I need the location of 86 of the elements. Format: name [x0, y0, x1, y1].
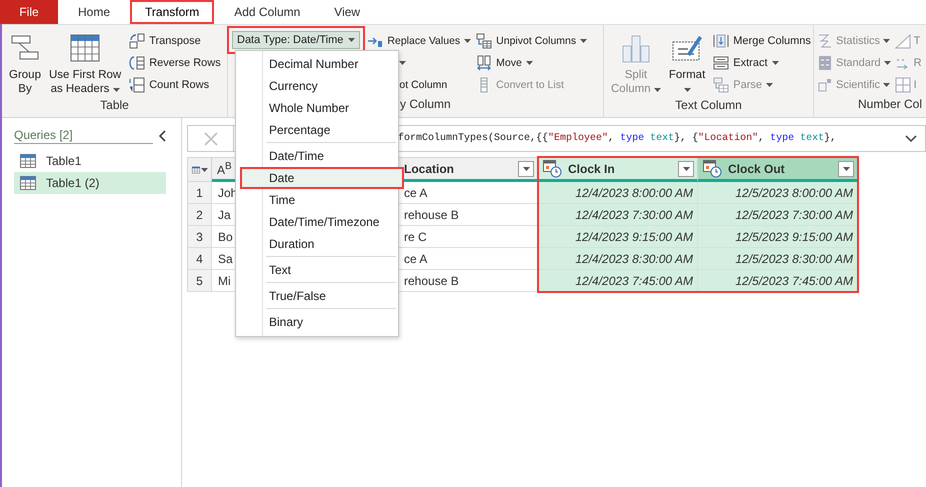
ribbon-command[interactable]: Count Rows: [128, 74, 222, 96]
caret-icon: [399, 61, 406, 65]
merge-icon: [713, 33, 730, 49]
group-label: Table: [100, 98, 129, 112]
caret-icon: [772, 61, 778, 65]
ribbon-command[interactable]: Extract: [712, 52, 812, 74]
row-number: 4: [188, 248, 212, 270]
ribbon-command[interactable]: Group By: [8, 30, 42, 98]
ribbon-command[interactable]: Merge Columns: [712, 30, 812, 52]
triangle-icon: [894, 33, 911, 49]
parse-icon: [713, 77, 730, 93]
menu-item[interactable]: Date: [240, 167, 404, 189]
ribbon-command[interactable]: Use First Row as Headers: [48, 30, 122, 98]
reverse-rows-icon: [129, 55, 146, 71]
table-cell: 12/5/2023 9:15:00 AM: [698, 226, 858, 248]
caret-icon: [112, 88, 120, 92]
table-cell: 12/5/2023 7:30:00 AM: [698, 204, 858, 226]
grid-icon: [894, 77, 911, 93]
row-number: 5: [188, 270, 212, 292]
ribbon-tab[interactable]: View: [320, 0, 374, 24]
ribbon-tab[interactable]: Add Column: [220, 0, 314, 24]
table-cell: 12/5/2023 8:30:00 AM: [698, 248, 858, 270]
query-item[interactable]: Table1 (2): [14, 172, 166, 194]
row-number: 2: [188, 204, 212, 226]
table-cell: 12/5/2023 7:45:00 AM: [698, 270, 858, 292]
unpivot-icon: [476, 33, 492, 49]
collapse-icon[interactable]: [159, 130, 167, 142]
calculator-icon: [817, 55, 833, 71]
caret-icon: [201, 168, 208, 172]
group-label: Number Col: [858, 97, 922, 111]
table-cell: 12/4/2023 7:45:00 AM: [538, 270, 698, 292]
close-icon: [204, 132, 218, 146]
group-label: y Column: [400, 97, 451, 111]
caret-icon: [766, 83, 774, 87]
transpose-icon: [129, 33, 146, 49]
caret-icon: [883, 39, 890, 43]
ribbon-tab[interactable]: Home: [64, 0, 124, 24]
menu-item[interactable]: Binary: [236, 311, 398, 333]
table-cell: 12/4/2023 7:30:00 AM: [538, 204, 698, 226]
queries-title: Queries [2]: [14, 128, 153, 144]
filter-dropdown[interactable]: [518, 160, 534, 176]
caret-icon: [682, 166, 690, 170]
scientific-icon: [817, 77, 833, 93]
ribbon-tab[interactable]: File: [0, 0, 58, 24]
ribbon-tab[interactable]: Transform: [130, 0, 214, 24]
caret-icon: [684, 88, 691, 92]
caret-icon: [464, 39, 472, 43]
filter-dropdown[interactable]: [678, 160, 694, 176]
text-type-icon[interactable]: A$^{B}$: [217, 160, 232, 176]
formula-text: formColumnTypes(Source,{{"Employee", type text}, {"Location", type text},: [397, 133, 838, 144]
caret-icon: [883, 83, 890, 87]
table-cell: 12/4/2023 9:15:00 AM: [538, 226, 698, 248]
table-icon: [20, 154, 36, 168]
caret-icon: [348, 38, 356, 42]
query-item[interactable]: Table1: [14, 150, 166, 172]
expand-icon[interactable]: [905, 134, 917, 142]
data-type-dropdown[interactable]: Data Type: Date/Time: [232, 31, 360, 49]
ribbon-command[interactable]: Format: [668, 30, 706, 98]
count-rows-icon: [129, 77, 146, 93]
menu-item[interactable]: Whole Number: [236, 97, 398, 119]
table-cell: 12/5/2023 8:00:00 AM: [698, 182, 858, 204]
caret-icon: [884, 61, 891, 65]
datetime-icon: [703, 160, 722, 178]
ribbon-command[interactable]: Unpivot Columns: [475, 30, 588, 52]
extract-icon: [713, 55, 730, 71]
menu-item[interactable]: Decimal Number: [236, 53, 398, 75]
datetime-icon: [543, 160, 562, 178]
caret-icon: [522, 166, 530, 170]
statistics-icon: [817, 33, 833, 49]
ribbon-command[interactable]: Replace Values: [366, 30, 472, 52]
row-number: 1: [188, 182, 212, 204]
caret-icon: [526, 61, 533, 65]
ribbon-command[interactable]: Move: [475, 52, 588, 74]
ribbon-command[interactable]: Transpose: [128, 30, 222, 52]
table-cell: 12/4/2023 8:00:00 AM: [538, 182, 698, 204]
move-icon: [476, 55, 492, 71]
filter-dropdown[interactable]: [838, 160, 854, 176]
caret-icon: [580, 39, 588, 43]
table-icon: [69, 32, 102, 64]
table-cell: 12/4/2023 8:30:00 AM: [538, 248, 698, 270]
caret-icon: [842, 166, 850, 170]
caret-icon: [654, 88, 661, 92]
table-icon: [20, 176, 36, 190]
ribbon-command[interactable]: Reverse Rows: [128, 52, 222, 74]
row-number: 3: [188, 226, 212, 248]
group-label: Text Column: [675, 98, 742, 112]
